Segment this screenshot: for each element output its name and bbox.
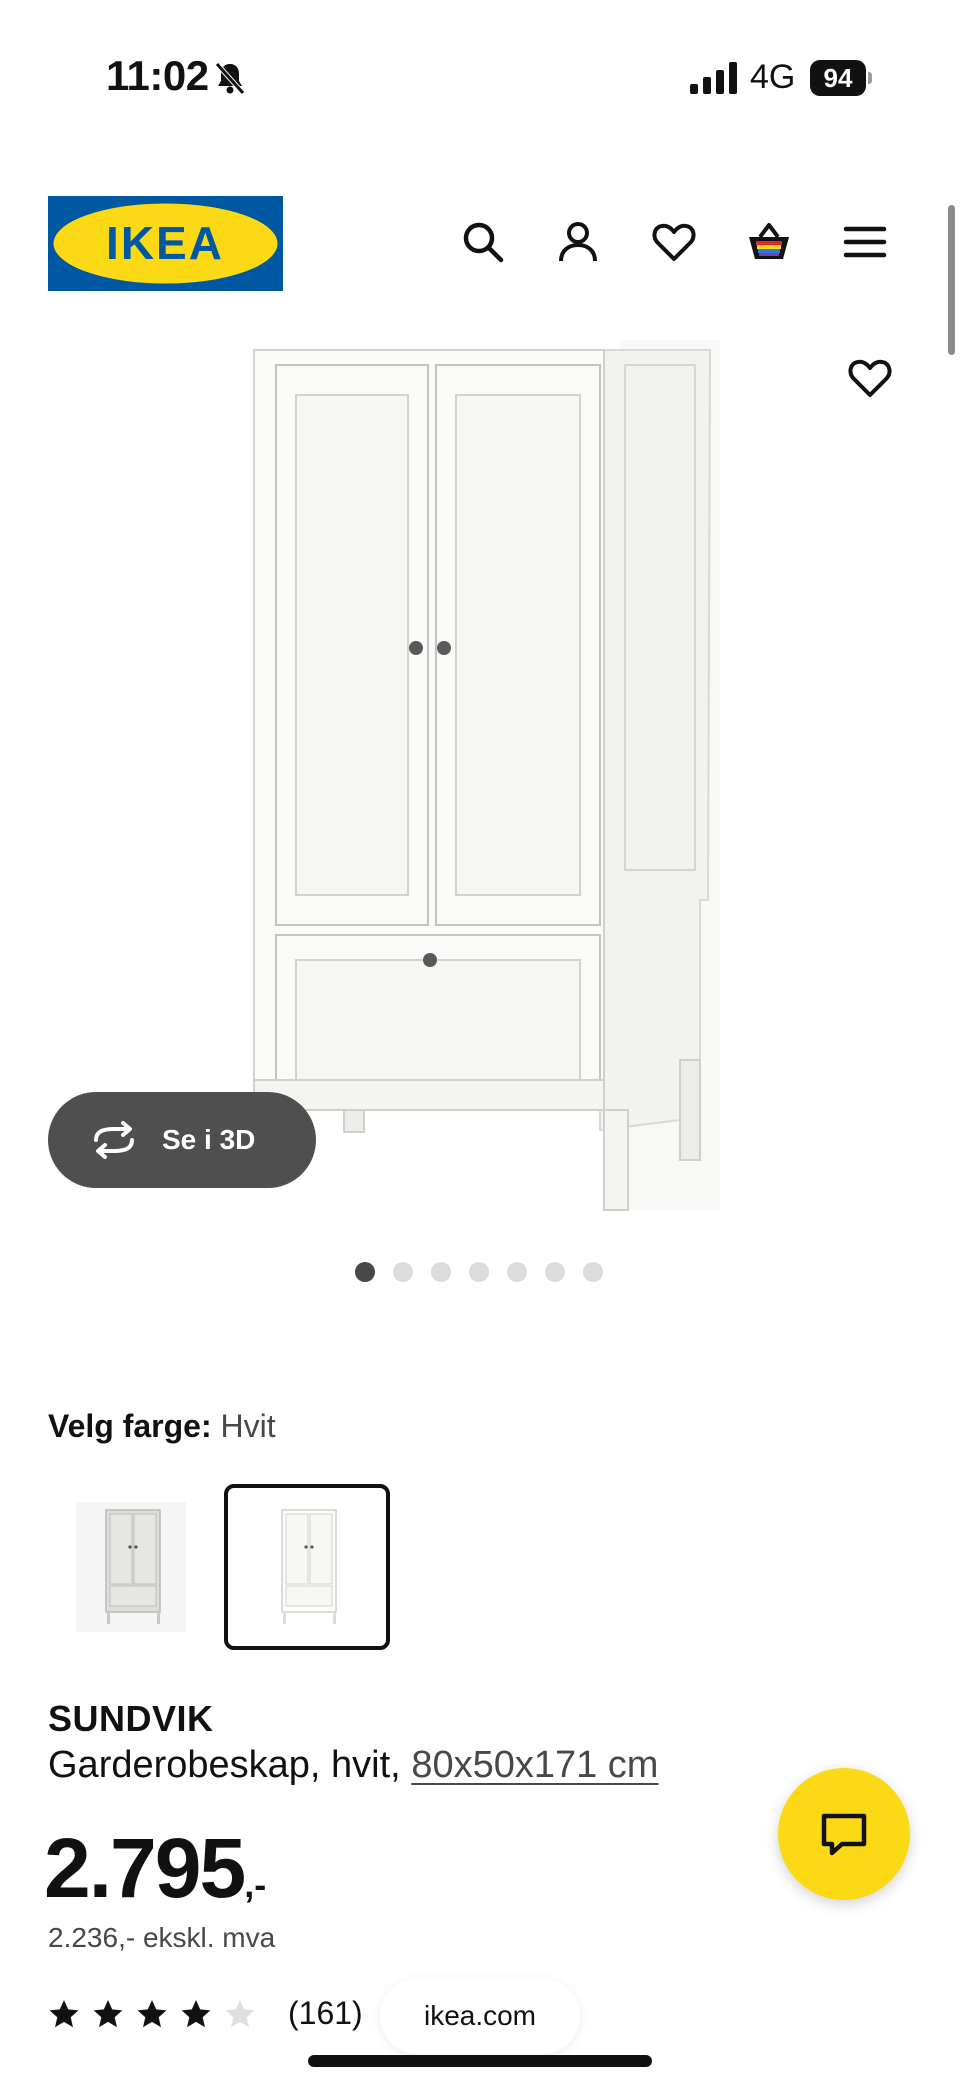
rotate-3d-icon xyxy=(94,1121,134,1159)
product-rating[interactable]: (161) xyxy=(48,1995,363,2032)
carousel-dot[interactable] xyxy=(431,1262,451,1282)
color-swatch-grey[interactable] xyxy=(48,1484,214,1650)
menu-icon xyxy=(843,226,887,258)
star-filled-icon xyxy=(49,1999,79,2027)
status-bar: 11:02 4G 94 xyxy=(0,0,960,150)
carousel-dot[interactable] xyxy=(393,1262,413,1282)
product-gallery[interactable]: Se i 3D xyxy=(0,330,960,1250)
network-type: 4G xyxy=(750,58,796,96)
battery-level: 94 xyxy=(810,60,866,96)
carousel-dots xyxy=(355,1262,603,1282)
ikea-logo-graphic: IKEA xyxy=(48,196,283,291)
carousel-dot[interactable] xyxy=(583,1262,603,1282)
carousel-dot[interactable] xyxy=(469,1262,489,1282)
wardrobe-thumbnail-grey xyxy=(76,1502,186,1632)
product-price: 2.795,- xyxy=(44,1820,266,1917)
carousel-dot[interactable] xyxy=(355,1262,375,1282)
heart-icon xyxy=(652,223,696,261)
favourites-button[interactable] xyxy=(648,216,700,268)
star-filled-icon xyxy=(181,1999,211,2027)
site-header: IKEA xyxy=(0,180,960,310)
view-in-3d-label: Se i 3D xyxy=(162,1124,256,1155)
star-filled-icon xyxy=(137,1999,167,2027)
heart-icon xyxy=(848,359,892,397)
home-indicator[interactable] xyxy=(308,2055,652,2067)
color-select-label: Velg farge: Hvit xyxy=(48,1408,276,1445)
price-excluding-vat: 2.236,- ekskl. mva xyxy=(48,1922,276,1953)
product-name: SUNDVIK xyxy=(48,1698,214,1739)
basket-button[interactable] xyxy=(743,216,795,268)
search-icon xyxy=(463,222,504,263)
battery-icon: 94 xyxy=(810,60,872,96)
carousel-dot[interactable] xyxy=(545,1262,565,1282)
price-value: 2.795 xyxy=(44,1821,246,1915)
review-count: (161) xyxy=(288,1995,363,2031)
add-to-favourites-button[interactable] xyxy=(830,338,910,418)
color-swatch-white[interactable] xyxy=(224,1484,390,1650)
search-button[interactable] xyxy=(457,216,509,268)
product-type: Garderobeskap, hvit, xyxy=(48,1744,412,1786)
carousel-dot[interactable] xyxy=(507,1262,527,1282)
status-time: 11:02 xyxy=(106,52,209,99)
account-icon xyxy=(559,222,597,262)
bell-slash-icon xyxy=(215,62,245,95)
selected-color: Hvit xyxy=(220,1408,276,1444)
product-dimensions-link[interactable]: 80x50x171 cm xyxy=(411,1744,658,1786)
account-button[interactable] xyxy=(552,216,604,268)
chat-button[interactable] xyxy=(778,1768,910,1900)
menu-button[interactable] xyxy=(839,216,891,268)
price-suffix: ,- xyxy=(244,1864,267,1905)
wardrobe-image[interactable] xyxy=(240,340,720,1220)
star-empty-icon xyxy=(225,1999,255,2027)
star-filled-icon xyxy=(93,1999,123,2027)
color-select-heading: Velg farge: xyxy=(48,1408,212,1444)
wardrobe-thumbnail-white xyxy=(281,1509,337,1624)
product-description: Garderobeskap, hvit, 80x50x171 cm xyxy=(48,1744,658,1787)
chat-icon xyxy=(821,1813,867,1856)
ikea-logo-text: IKEA xyxy=(106,217,224,269)
view-in-3d-button[interactable]: Se i 3D xyxy=(48,1092,316,1188)
basket-icon xyxy=(749,223,789,259)
browser-url-bar[interactable]: ikea.com xyxy=(380,1978,580,2054)
ikea-logo[interactable]: IKEA xyxy=(48,196,283,291)
signal-bars-icon xyxy=(690,62,737,94)
